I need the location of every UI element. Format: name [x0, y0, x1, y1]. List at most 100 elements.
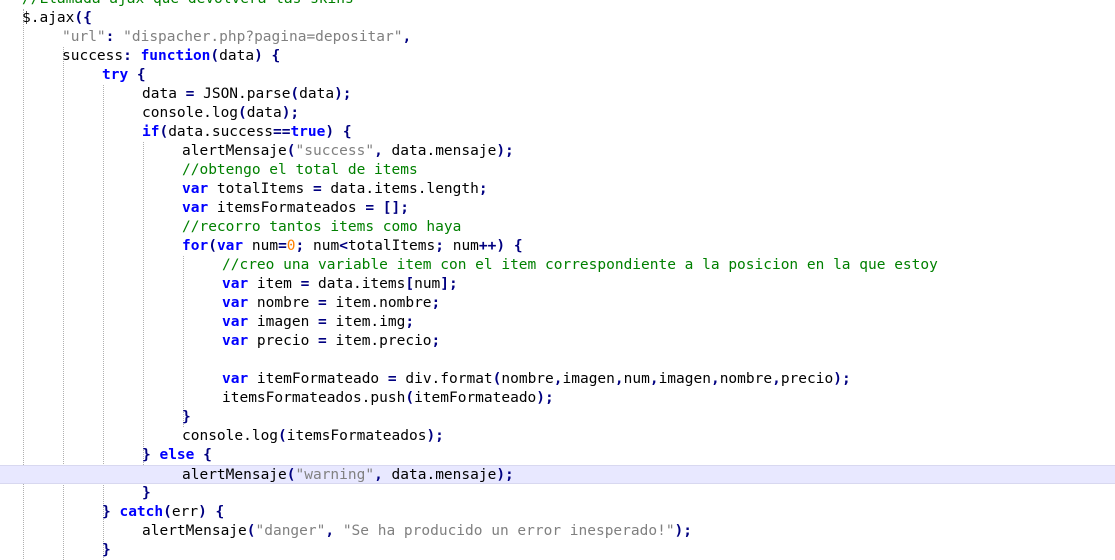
code-token: div.format	[396, 371, 493, 387]
code-token: data.items	[309, 276, 406, 292]
code-token: ==	[272, 124, 291, 140]
code-token: console.log	[182, 428, 279, 444]
code-line[interactable]: //Llamada ajax que devolvera las skins	[0, 0, 1115, 9]
code-token: :	[123, 48, 141, 64]
code-token: (	[286, 143, 296, 159]
code-token: nombre	[248, 295, 319, 311]
code-token: item.nombre	[326, 295, 432, 311]
code-token: (	[238, 105, 247, 121]
code-line[interactable]: alertMensaje("success", data.mensaje);	[0, 142, 1115, 161]
code-line[interactable]: }	[0, 541, 1115, 560]
code-line[interactable]: var totalItems = data.items.length;	[0, 180, 1115, 199]
code-line[interactable]: //obtengo el total de items	[0, 161, 1115, 180]
code-token: item.precio	[326, 333, 432, 349]
code-token: var	[182, 181, 209, 197]
code-token: imagen	[248, 314, 319, 330]
code-token: nombre	[719, 371, 773, 387]
code-token: =	[387, 371, 397, 387]
code-token: ,	[772, 371, 781, 387]
code-token: function	[140, 48, 211, 64]
code-token: else	[159, 447, 195, 463]
code-token: //recorro tantos items como haya	[182, 219, 462, 235]
code-token: (	[210, 48, 220, 64]
code-token: }	[102, 504, 120, 520]
code-line[interactable]: }	[0, 484, 1115, 503]
code-line[interactable]: "url": "dispacher.php?pagina=depositar",	[0, 28, 1115, 47]
code-token: num	[623, 371, 650, 387]
code-line[interactable]: itemsFormateados.push(itemFormateado);	[0, 389, 1115, 408]
code-line[interactable]: success: function(data) {	[0, 47, 1115, 66]
code-line[interactable]: console.log(data);	[0, 104, 1115, 123]
code-line[interactable]: var nombre = item.nombre;	[0, 294, 1115, 313]
code-line[interactable]: console.log(itemsFormateados);	[0, 427, 1115, 446]
code-token: itemsFormateados	[286, 428, 427, 444]
code-token: $.ajax	[22, 10, 75, 26]
code-token: alertMensaje	[142, 523, 247, 539]
code-token: itemFormateado	[414, 390, 537, 406]
code-line[interactable]	[0, 351, 1115, 370]
code-line[interactable]: //recorro tantos items como haya	[0, 218, 1115, 237]
code-token: data	[219, 48, 255, 64]
code-token: nombre	[501, 371, 554, 387]
code-token: imagen	[658, 371, 711, 387]
code-token: num	[243, 238, 279, 254]
code-token: }	[102, 542, 111, 558]
code-token: item	[248, 276, 301, 292]
code-token: num	[452, 238, 479, 254]
code-token: ) {	[254, 48, 281, 64]
code-token: "dispacher.php?pagina=depositar"	[123, 29, 403, 45]
code-token: <	[339, 238, 348, 254]
code-line[interactable]: var itemsFormateados = [];	[0, 199, 1115, 218]
code-token: err	[171, 504, 199, 520]
code-line[interactable]: data = JSON.parse(data);	[0, 85, 1115, 104]
code-token: var	[222, 371, 249, 387]
code-token: ,	[374, 467, 392, 483]
code-token: (	[208, 238, 217, 254]
code-token: );	[496, 467, 514, 483]
code-token: );	[281, 105, 300, 121]
code-token: itemsFormateados.push	[222, 390, 406, 406]
code-token: itemFormateado	[248, 371, 388, 387]
code-token: "success"	[295, 143, 375, 159]
code-token: ++) {	[478, 238, 523, 254]
code-token: totalItems	[208, 181, 313, 197]
code-token: if	[142, 124, 160, 140]
code-token: ];	[440, 276, 458, 292]
code-line[interactable]: }	[0, 408, 1115, 427]
code-token: "danger"	[255, 523, 326, 539]
code-token: "Se ha producido un error inesperado!"	[342, 523, 675, 539]
code-line[interactable]: $.ajax({	[0, 9, 1115, 28]
code-token: =	[318, 295, 327, 311]
code-token: true	[290, 124, 326, 140]
code-token: ;	[478, 181, 488, 197]
code-line[interactable]: var itemFormateado = div.format(nombre,i…	[0, 370, 1115, 389]
code-token: ,	[374, 143, 392, 159]
code-token: console.log	[142, 105, 239, 121]
code-line[interactable]: var imagen = item.img;	[0, 313, 1115, 332]
code-line[interactable]: alertMensaje("danger", "Se ha producido …	[0, 522, 1115, 541]
code-line[interactable]: if(data.success==true) {	[0, 123, 1115, 142]
code-token: );	[674, 523, 693, 539]
code-token: (	[290, 86, 300, 102]
code-line[interactable]: } catch(err) {	[0, 503, 1115, 522]
current-code-line[interactable]: alertMensaje("warning", data.mensaje);	[0, 465, 1115, 484]
code-token: (	[159, 124, 169, 140]
code-line[interactable]: var precio = item.precio;	[0, 332, 1115, 351]
code-token: success	[62, 48, 124, 64]
code-line[interactable]: for(var num=0; num<totalItems; num++) {	[0, 237, 1115, 256]
code-token: data.mensaje	[391, 467, 497, 483]
code-token: =	[278, 238, 287, 254]
code-token: //creo una variable item con el item cor…	[222, 257, 938, 273]
code-token: data.items.length	[321, 181, 479, 197]
code-line[interactable]: //creo una variable item con el item cor…	[0, 256, 1115, 275]
code-line[interactable]: try {	[0, 66, 1115, 85]
code-token: var	[182, 200, 209, 216]
code-line[interactable]: var item = data.items[num];	[0, 275, 1115, 294]
code-editor[interactable]: //Llamada ajax que devolvera las skins $.…	[0, 0, 1115, 560]
code-line[interactable]: } else {	[0, 446, 1115, 465]
code-token: {	[194, 447, 212, 463]
code-token: ;	[431, 333, 441, 349]
code-token: );	[496, 143, 514, 159]
code-token: [	[405, 276, 415, 292]
code-token: imagen	[562, 371, 615, 387]
